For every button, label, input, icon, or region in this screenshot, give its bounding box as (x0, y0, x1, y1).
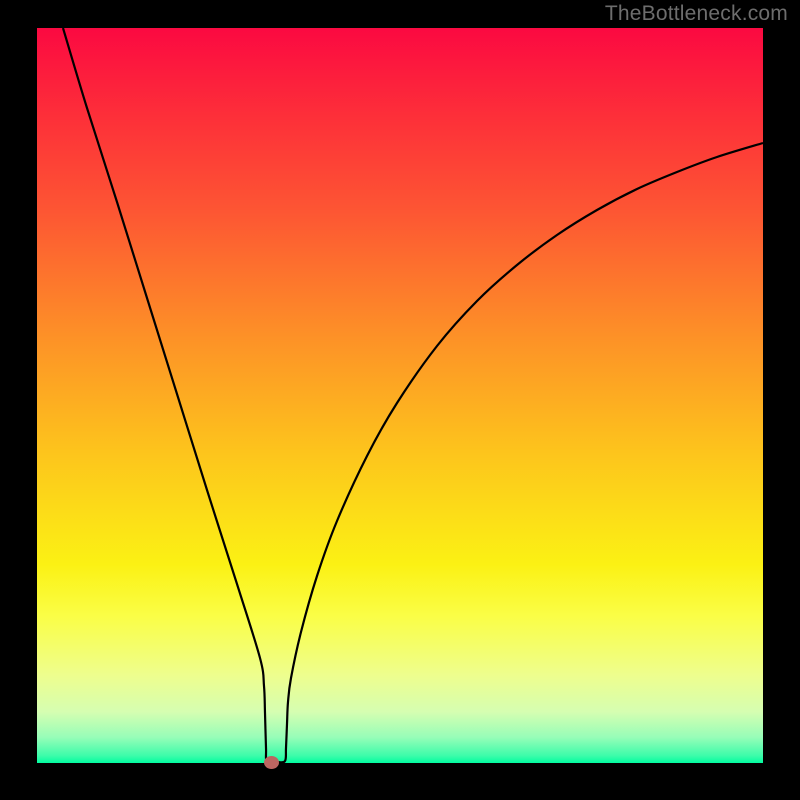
plot-area (37, 28, 763, 763)
gradient-background (37, 28, 763, 763)
attribution-text: TheBottleneck.com (605, 2, 788, 26)
chart-container: TheBottleneck.com (0, 0, 800, 800)
baseline-marker (264, 756, 279, 769)
plot-svg (37, 28, 763, 763)
